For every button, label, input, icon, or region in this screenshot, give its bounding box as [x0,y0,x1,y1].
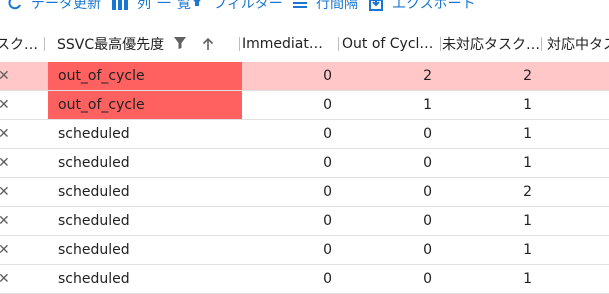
refresh-button[interactable]: データ更新 [8,0,101,13]
refresh-button-label: データ更新 [31,0,101,12]
out-of-cycle-cell: 0 [423,155,432,171]
table-row[interactable]: ✕ scheduled 0 0 1 [0,149,609,178]
priority-cell: out_of_cycle [48,62,242,90]
out-of-cycle-cell: 0 [423,126,432,142]
column-separator[interactable] [338,37,339,51]
checkbox-icon[interactable]: ✕ [0,236,10,264]
column-header-label: 未対応タスク… [442,37,540,53]
columns-button-label: 列一覧 [137,0,197,12]
density-button[interactable]: 行間隔 [293,0,358,13]
column-header-open-tasks[interactable]: 未対応タスク… [442,26,540,62]
density-button-label: 行間隔 [316,0,358,12]
immediate-cell: 0 [323,242,332,258]
export-button[interactable]: エクスポート [369,0,476,13]
column-separator[interactable] [44,37,45,51]
column-header-label: Immediate… [242,36,328,52]
out-of-cycle-cell: 1 [423,97,432,113]
export-icon [369,0,383,11]
column-separator[interactable] [239,37,240,51]
column-separator[interactable] [541,37,542,51]
column-header-label: 対応中タスク [547,37,609,53]
open-tasks-cell: 1 [523,213,532,229]
filter-button[interactable]: フィルター [190,0,283,13]
filter-button-label: フィルター [213,0,283,12]
grid-toolbar: データ更新 列一覧 フィルター 行間隔 エクスポート [0,0,609,15]
priority-cell: scheduled [58,213,130,229]
sort-ascending-icon[interactable] [201,36,215,52]
density-icon [293,0,307,10]
column-header-in-progress-tasks[interactable]: 対応中タスク [547,26,609,62]
checkbox-icon[interactable]: ✕ [0,91,10,119]
column-header-immediate[interactable]: Immediate… [242,26,328,62]
checkbox-icon[interactable]: ✕ [0,62,10,90]
table-row[interactable]: ✕ scheduled 0 0 1 [0,236,609,265]
checkbox-icon[interactable]: ✕ [0,178,10,206]
priority-cell: scheduled [58,126,130,142]
column-header-label: Out of Cycl… [342,36,434,52]
table-row[interactable]: ✕ out_of_cycle 0 2 2 [0,62,609,91]
immediate-cell: 0 [323,155,332,171]
refresh-icon [8,0,22,11]
open-tasks-cell: 1 [523,126,532,142]
table-row[interactable]: ✕ scheduled 0 0 1 [0,120,609,149]
table-row[interactable]: ✕ scheduled 0 0 1 [0,265,609,294]
priority-cell: scheduled [58,271,130,287]
checkbox-icon[interactable]: ✕ [0,149,10,177]
column-header-out-of-cycle[interactable]: Out of Cycl… [342,26,438,62]
out-of-cycle-cell: 0 [423,213,432,229]
column-header-label: SSVC最高優先度 [57,37,165,53]
columns-button[interactable]: 列一覧 [112,0,197,13]
filter-icon [190,0,204,10]
table-row[interactable]: ✕ scheduled 0 0 1 [0,207,609,236]
immediate-cell: 0 [323,271,332,287]
priority-cell: out_of_cycle [48,91,242,119]
immediate-cell: 0 [323,68,332,84]
checkbox-icon[interactable]: ✕ [0,120,10,148]
table-row[interactable]: ✕ out_of_cycle 0 1 1 [0,91,609,120]
column-header-ssvc-priority[interactable]: SSVC最高優先度 [57,26,167,62]
immediate-cell: 0 [323,213,332,229]
open-tasks-cell: 1 [523,271,532,287]
export-button-label: エクスポート [392,0,476,12]
immediate-cell: 0 [323,126,332,142]
out-of-cycle-cell: 0 [423,184,432,200]
immediate-cell: 0 [323,184,332,200]
open-tasks-cell: 1 [523,155,532,171]
column-header-row: スクリ… SSVC最高優先度 Immediate… Out of Cycl… 未… [0,26,609,63]
out-of-cycle-cell: 0 [423,271,432,287]
columns-icon [112,0,128,10]
column-header-label: スクリ… [0,37,40,53]
column-separator[interactable] [440,37,441,51]
out-of-cycle-cell: 2 [423,68,432,84]
open-tasks-cell: 2 [523,184,532,200]
checkbox-icon[interactable]: ✕ [0,265,10,293]
filter-active-icon[interactable] [174,36,186,50]
column-header-script[interactable]: スクリ… [0,26,40,62]
open-tasks-cell: 1 [523,97,532,113]
out-of-cycle-cell: 0 [423,242,432,258]
open-tasks-cell: 1 [523,242,532,258]
priority-cell: scheduled [58,155,130,171]
checkbox-icon[interactable]: ✕ [0,207,10,235]
open-tasks-cell: 2 [523,68,532,84]
priority-cell: scheduled [58,184,130,200]
immediate-cell: 0 [323,97,332,113]
table-row[interactable]: ✕ scheduled 0 0 2 [0,178,609,207]
priority-cell: scheduled [58,242,130,258]
table-body: ✕ out_of_cycle 0 2 2 ✕ out_of_cycle 0 1 … [0,62,609,294]
